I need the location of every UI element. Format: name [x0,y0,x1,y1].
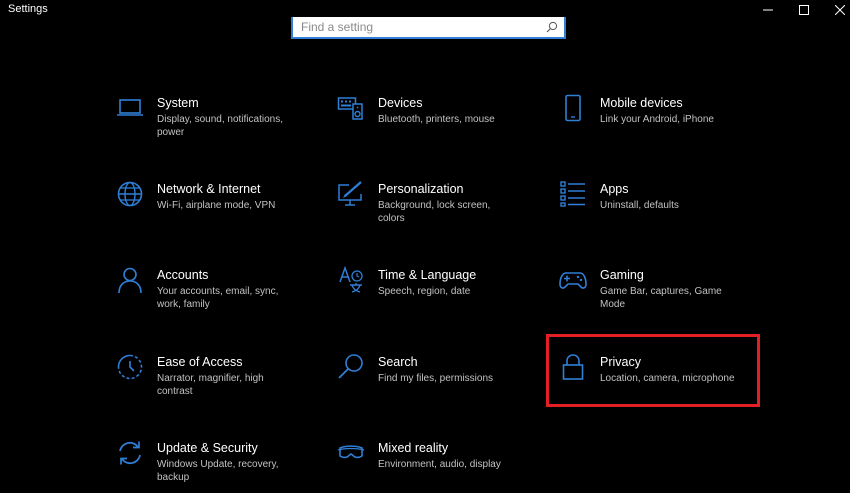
tile-system[interactable]: System Display, sound, notifications, po… [116,94,316,154]
tile-search[interactable]: Search Find my files, permissions [337,353,537,413]
tile-name: Apps [600,182,629,196]
tile-name: Accounts [157,268,209,282]
tile-description: Bluetooth, printers, mouse [378,114,495,125]
search-box[interactable] [291,17,566,39]
tile-name: Privacy [600,355,641,369]
time-language-icon [337,266,365,294]
close-icon [835,5,845,15]
apps-list-icon [559,180,587,208]
tile-devices[interactable]: Devices Bluetooth, printers, mouse [337,94,537,154]
tile-gaming[interactable]: Gaming Game Bar, captures, Game Mode [559,266,759,326]
tile-name: Time & Language [378,268,477,282]
tile-description: Find my files, permissions [378,373,494,384]
tile-description: Location, camera, microphone [600,373,735,384]
tile-description: Link your Android, iPhone [600,114,714,125]
tile-network-internet[interactable]: Network & Internet Wi-Fi, airplane mode,… [116,180,316,240]
tile-personalization[interactable]: Personalization Background, lock screen,… [337,180,537,240]
tile-accounts[interactable]: Accounts Your accounts, email, sync, wor… [116,266,316,326]
laptop-icon [116,94,144,122]
tile-mixed-reality[interactable]: Mixed reality Environment, audio, displa… [337,439,537,493]
tile-description: Narrator, magnifier, high contrast [157,373,264,397]
ease-of-access-icon [116,353,144,381]
window-title: Settings [8,3,48,15]
tile-time-language[interactable]: Time & Language Speech, region, date [337,266,537,326]
maximize-icon [799,5,809,15]
tile-name: System [157,96,199,110]
tile-description: Background, lock screen, colors [378,200,491,224]
tile-ease-of-access[interactable]: Ease of Access Narrator, magnifier, high… [116,353,316,413]
tile-update-security[interactable]: Update & Security Windows Update, recove… [116,439,316,493]
tile-description: Uninstall, defaults [600,200,679,211]
tile-description: Display, sound, notifications, power [157,114,283,138]
tile-name: Ease of Access [157,355,243,369]
search-input[interactable] [293,17,542,37]
phone-icon [559,94,587,122]
tile-apps[interactable]: Apps Uninstall, defaults [559,180,759,240]
tile-name: Personalization [378,182,464,196]
pen-monitor-icon [337,180,365,208]
tile-name: Update & Security [157,441,258,455]
close-button[interactable] [817,0,850,20]
globe-icon [116,180,144,208]
gamepad-icon [559,266,587,294]
sync-icon [116,439,144,467]
tile-name: Devices [378,96,423,110]
settings-window: Settings System Display, sound, notifica… [0,0,850,493]
tile-name: Search [378,355,418,369]
lock-icon [559,353,587,381]
tile-description: Wi-Fi, airplane mode, VPN [157,200,276,211]
tile-description: Game Bar, captures, Game Mode [600,286,722,310]
tile-name: Network & Internet [157,182,261,196]
search-icon[interactable] [542,17,562,37]
tile-description: Your accounts, email, sync, work, family [157,286,279,310]
tile-name: Mobile devices [600,96,683,110]
minimize-icon [763,9,773,11]
tile-name: Gaming [600,268,644,282]
tile-description: Speech, region, date [378,286,471,297]
vr-headset-icon [337,439,365,467]
tile-privacy[interactable]: Privacy Location, camera, microphone [559,353,759,413]
person-icon [116,266,144,294]
tile-description: Environment, audio, display [378,459,501,470]
keyboard-speaker-icon [337,94,365,122]
tile-mobile-devices[interactable]: Mobile devices Link your Android, iPhone [559,94,759,154]
magnifier-icon [337,353,365,381]
tile-description: Windows Update, recovery, backup [157,459,279,483]
tile-name: Mixed reality [378,441,449,455]
